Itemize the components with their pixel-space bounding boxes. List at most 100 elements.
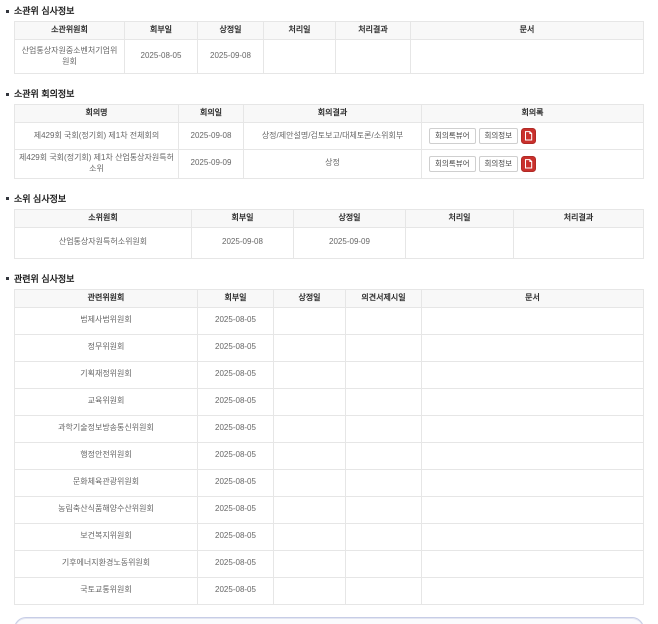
table-row: 기후에너지환경노동위원회2025-08-05 (15, 550, 644, 577)
cell: 문화체육관광위원회 (15, 469, 198, 496)
cell (514, 227, 644, 258)
cell (346, 550, 422, 577)
cell (346, 334, 422, 361)
section-title: 소관위 심사정보 (6, 5, 658, 17)
cell (264, 40, 336, 74)
cell: 농림축산식품해양수산위원회 (15, 496, 198, 523)
cell: 2025-09-08 (179, 123, 244, 150)
column-header: 문서 (422, 289, 644, 307)
cell: 교육위원회 (15, 388, 198, 415)
pdf-icon[interactable] (521, 156, 536, 172)
cell: 제429회 국회(정기회) 제1차 전체회의 (15, 123, 179, 150)
cell: 2025-08-05 (198, 442, 274, 469)
cell (346, 388, 422, 415)
section-related-committee-review: 관련위 심사정보 관련위원회회부일상정일의견서제시일문서 법제사법위원회2025… (0, 273, 658, 605)
table-row: 문화체육관광위원회2025-08-05 (15, 469, 644, 496)
cell: 제429회 국회(정기회) 제1차 산업통상자원특허소위 (15, 150, 179, 179)
footer-panel (14, 617, 644, 624)
pdf-icon[interactable] (521, 128, 536, 144)
cell (422, 469, 644, 496)
cell: 2025-08-05 (198, 577, 274, 604)
committee-review-table: 소관위원회회부일상정일처리일처리결과문서 산업통상자원중소벤처기업위원회2025… (14, 21, 644, 74)
cell (336, 40, 411, 74)
cell (274, 577, 346, 604)
column-header: 상정일 (294, 209, 406, 227)
table-header-row: 소관위원회회부일상정일처리일처리결과문서 (15, 22, 644, 40)
cell (274, 388, 346, 415)
cell: 2025-08-05 (198, 307, 274, 334)
column-header: 소관위원회 (15, 22, 125, 40)
section-title: 관련위 심사정보 (6, 273, 658, 285)
cell: 2025-08-05 (198, 550, 274, 577)
column-header: 처리일 (406, 209, 514, 227)
cell (274, 469, 346, 496)
cell: 국토교통위원회 (15, 577, 198, 604)
meeting-info-button[interactable]: 회의정보 (479, 128, 519, 144)
cell (422, 496, 644, 523)
column-header: 처리결과 (514, 209, 644, 227)
cell (274, 523, 346, 550)
cell (422, 307, 644, 334)
column-header: 회의록 (422, 105, 644, 123)
cell (422, 442, 644, 469)
table-row: 농림축산식품해양수산위원회2025-08-05 (15, 496, 644, 523)
column-header: 회부일 (125, 22, 198, 40)
cell: 상정/제안설명/검토보고/대체토론/소위회부 (244, 123, 422, 150)
table-row: 산업통상자원특허소위원회2025-09-082025-09-09 (15, 227, 644, 258)
cell (346, 469, 422, 496)
table-header-row: 회의명회의일회의결과회의록 (15, 105, 644, 123)
table-row: 산업통상자원중소벤처기업위원회2025-08-052025-09-08 (15, 40, 644, 74)
cell: 기후에너지환경노동위원회 (15, 550, 198, 577)
table-row: 기획재정위원회2025-08-05 (15, 361, 644, 388)
cell (346, 415, 422, 442)
column-header: 의견서제시일 (346, 289, 422, 307)
cell (274, 415, 346, 442)
cell (274, 442, 346, 469)
column-header: 상정일 (198, 22, 264, 40)
cell: 2025-09-08 (198, 40, 264, 74)
column-header: 회의명 (15, 105, 179, 123)
cell (274, 307, 346, 334)
section-committee-review: 소관위 심사정보 소관위원회회부일상정일처리일처리결과문서 산업통상자원중소벤처… (0, 5, 658, 74)
minutes-viewer-button[interactable]: 회의록뷰어 (429, 156, 476, 172)
cell: 2025-09-09 (294, 227, 406, 258)
cell (346, 361, 422, 388)
column-header: 소위원회 (15, 209, 192, 227)
subcommittee-review-table: 소위원회회부일상정일처리일처리결과 산업통상자원특허소위원회2025-09-08… (14, 209, 644, 259)
cell (274, 550, 346, 577)
cell: 정무위원회 (15, 334, 198, 361)
table-row: 과학기술정보방송통신위원회2025-08-05 (15, 415, 644, 442)
meeting-info-button[interactable]: 회의정보 (479, 156, 519, 172)
cell: 2025-08-05 (198, 388, 274, 415)
cell (422, 550, 644, 577)
section-title: 소위 심사정보 (6, 193, 658, 205)
minutes-cell: 회의록뷰어회의정보 (422, 150, 644, 179)
bullet-icon (6, 93, 9, 96)
table-row: 행정안전위원회2025-08-05 (15, 442, 644, 469)
cell (274, 361, 346, 388)
bullet-icon (6, 197, 9, 200)
section-title-text: 소관위 회의정보 (14, 88, 74, 100)
table-header-row: 관련위원회회부일상정일의견서제시일문서 (15, 289, 644, 307)
minutes-viewer-button[interactable]: 회의록뷰어 (429, 128, 476, 144)
bullet-icon (6, 10, 9, 13)
cell (346, 442, 422, 469)
column-header: 처리결과 (336, 22, 411, 40)
section-committee-meeting: 소관위 회의정보 회의명회의일회의결과회의록 제429회 국회(정기회) 제1차… (0, 88, 658, 179)
column-header: 문서 (411, 22, 644, 40)
section-title-text: 소관위 심사정보 (14, 5, 74, 17)
table-row: 법제사법위원회2025-08-05 (15, 307, 644, 334)
bill-review-info-page: 소관위 심사정보 소관위원회회부일상정일처리일처리결과문서 산업통상자원중소벤처… (0, 0, 658, 624)
cell: 산업통상자원중소벤처기업위원회 (15, 40, 125, 74)
cell (422, 415, 644, 442)
table-row: 제429회 국회(정기회) 제1차 전체회의2025-09-08상정/제안설명/… (15, 123, 644, 150)
cell (346, 523, 422, 550)
cell (406, 227, 514, 258)
table-row: 보건복지위원회2025-08-05 (15, 523, 644, 550)
cell: 2025-08-05 (198, 361, 274, 388)
cell (422, 577, 644, 604)
cell: 산업통상자원특허소위원회 (15, 227, 192, 258)
column-header: 회부일 (192, 209, 294, 227)
cell: 2025-08-05 (198, 496, 274, 523)
cell: 법제사법위원회 (15, 307, 198, 334)
